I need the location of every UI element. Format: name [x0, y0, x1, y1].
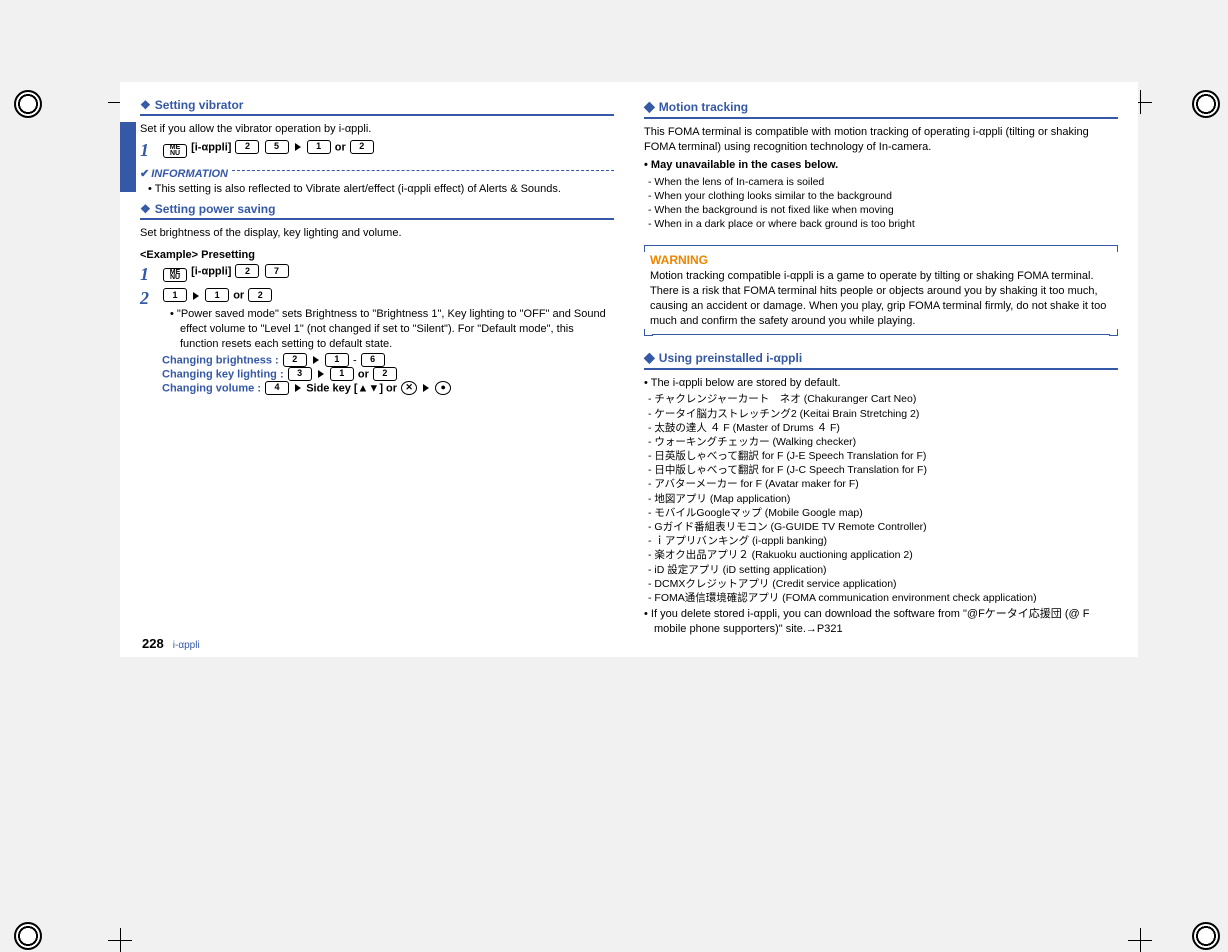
right-column: Motion tracking This FOMA terminal is co… [644, 92, 1118, 639]
or-label: or [233, 290, 247, 302]
example-label: <Example> Presetting [140, 249, 614, 261]
registration-ring-icon [1192, 922, 1220, 950]
menu-key-icon: MENU [163, 268, 187, 282]
crop-mark-icon [1128, 928, 1152, 952]
pi-item: 日英版しゃべって翻訳 for F (J-E Speech Translation… [658, 449, 1118, 463]
info-divider: INFORMATION [140, 167, 614, 180]
key-1: 1 [307, 140, 331, 154]
info-bullet: This setting is also reflected to Vibrat… [158, 182, 614, 197]
key-1: 1 [205, 288, 229, 302]
section-title-motion-tracking: Motion tracking [644, 98, 1118, 115]
page: F906i_E1kou F906i.book Page 228 Monday, … [0, 82, 1228, 727]
sidekey-label: Side key [▲▼] or [306, 382, 400, 394]
warning-title: WARNING [650, 253, 1118, 267]
key-2: 2 [248, 288, 272, 302]
step-number: 1 [140, 265, 162, 285]
step-1: 1 MENU [i-αppli] 2 5 1 or 2 [140, 141, 614, 161]
mt-sub: When in a dark place or where back groun… [658, 217, 1118, 231]
mt-body: This FOMA terminal is compatible with mo… [644, 125, 1118, 155]
key-3: 3 [288, 367, 312, 381]
key-2: 2 [350, 140, 374, 154]
key-7: 7 [265, 264, 289, 278]
section-title-vibrator: Setting vibrator [140, 98, 614, 112]
pi-item: ウォーキングチェッカー (Walking checker) [658, 435, 1118, 449]
registration-ring-icon [14, 90, 42, 118]
triangle-right-icon [318, 370, 324, 378]
page-footer: 228 i-αppli [142, 636, 200, 651]
pi-item: アバターメーカー for F (Avatar maker for F) [658, 477, 1118, 491]
mt-list-head: May unavailable in the cases below. [654, 158, 1118, 173]
key-2: 2 [283, 353, 307, 367]
pi-head: The i-αppli below are stored by default. [654, 376, 1118, 391]
sec1-body: Set if you allow the vibrator operation … [140, 122, 614, 137]
step-prefix: [i-αppli] [191, 266, 234, 278]
chg-brightness-label: Changing brightness : [162, 354, 282, 366]
mt-sub: When your clothing looks similar to the … [658, 189, 1118, 203]
pi-item: Gガイド番組表リモコン (G-GUIDE TV Remote Controlle… [658, 520, 1118, 534]
key-2: 2 [235, 264, 259, 278]
left-column: Setting vibrator Set if you allow the vi… [140, 92, 614, 639]
page-category: i-αppli [173, 640, 200, 651]
triangle-right-icon [313, 356, 319, 364]
or-label: or [335, 141, 349, 153]
key-4: 4 [265, 381, 289, 395]
side-tab-icon [120, 122, 136, 192]
sec2-body: Set brightness of the display, key light… [140, 226, 614, 241]
step-prefix: [i-αppli] [191, 141, 234, 153]
pi-item: 太鼓の達人 ４ F (Master of Drums ４ F) [658, 421, 1118, 435]
pi-item: チャクレンジャーカート ネオ (Chakuranger Cart Neo) [658, 392, 1118, 406]
key-1: 1 [325, 353, 349, 367]
title-rule [140, 218, 614, 220]
page-number: 228 [142, 636, 164, 651]
pi-item: DCMXクレジットアプリ (Credit service application… [658, 577, 1118, 591]
key-5: 5 [265, 140, 289, 154]
section-title-power-saving: Setting power saving [140, 202, 614, 216]
pi-item: 楽オク出品アプリ２ (Rakuoku auctioning applicatio… [658, 548, 1118, 562]
triangle-right-icon [295, 384, 301, 392]
content-sheet: Setting vibrator Set if you allow the vi… [120, 82, 1138, 657]
or-label: or [358, 368, 372, 380]
step-number: 1 [140, 141, 162, 161]
pi-item: 日中版しゃべって翻訳 for F (J-C Speech Translation… [658, 463, 1118, 477]
mt-sub: When the lens of In-camera is soiled [658, 175, 1118, 189]
pi-item: 地図アプリ (Map application) [658, 492, 1118, 506]
ps-bullet: "Power saved mode" sets Brightness to "B… [180, 307, 614, 352]
section-title-preinstalled: Using preinstalled i-αppli [644, 349, 1118, 366]
title-rule [644, 368, 1118, 370]
pi-item: FOMA通信環境確認アプリ (FOMA communication enviro… [658, 591, 1118, 605]
ps-step-2: 2 1 1 or 2 "Power saved mode" sets Brigh… [140, 289, 614, 396]
key-2: 2 [373, 367, 397, 381]
triangle-right-icon [423, 384, 429, 392]
pi-item: ケータイ脳力ストレッチング2 (Keitai Brain Stretching … [658, 407, 1118, 421]
chg-volume-label: Changing volume : [162, 382, 264, 394]
crop-mark-icon [108, 928, 132, 952]
key-cross: ✕ [401, 381, 417, 395]
step-number: 2 [140, 289, 162, 309]
triangle-right-icon [193, 292, 199, 300]
pi-item: iD 設定アプリ (iD setting application) [658, 563, 1118, 577]
key-dot: ● [435, 381, 451, 395]
warning-box: WARNING Motion tracking compatible i-αpp… [644, 241, 1118, 340]
title-rule [140, 114, 614, 116]
registration-ring-icon [14, 922, 42, 950]
key-2: 2 [235, 140, 259, 154]
ps-step-1: 1 MENU [i-αppli] 2 7 [140, 265, 614, 285]
chg-keylight-label: Changing key lighting : [162, 368, 287, 380]
triangle-right-icon [295, 143, 301, 151]
mt-sub: When the background is not fixed like wh… [658, 203, 1118, 217]
key-1: 1 [163, 288, 187, 302]
key-1: 1 [330, 367, 354, 381]
pi-tail: If you delete stored i-αppli, you can do… [654, 607, 1118, 637]
key-6: 6 [361, 353, 385, 367]
menu-key-icon: MENU [163, 144, 187, 158]
warning-body: Motion tracking compatible i-αppli is a … [644, 269, 1118, 328]
pi-item: ｉアプリバンキング (i-αppli banking) [658, 534, 1118, 548]
information-heading: INFORMATION [140, 167, 228, 180]
registration-ring-icon [1192, 90, 1220, 118]
title-rule [644, 117, 1118, 119]
pi-item: モバイルGoogleマップ (Mobile Google map) [658, 506, 1118, 520]
